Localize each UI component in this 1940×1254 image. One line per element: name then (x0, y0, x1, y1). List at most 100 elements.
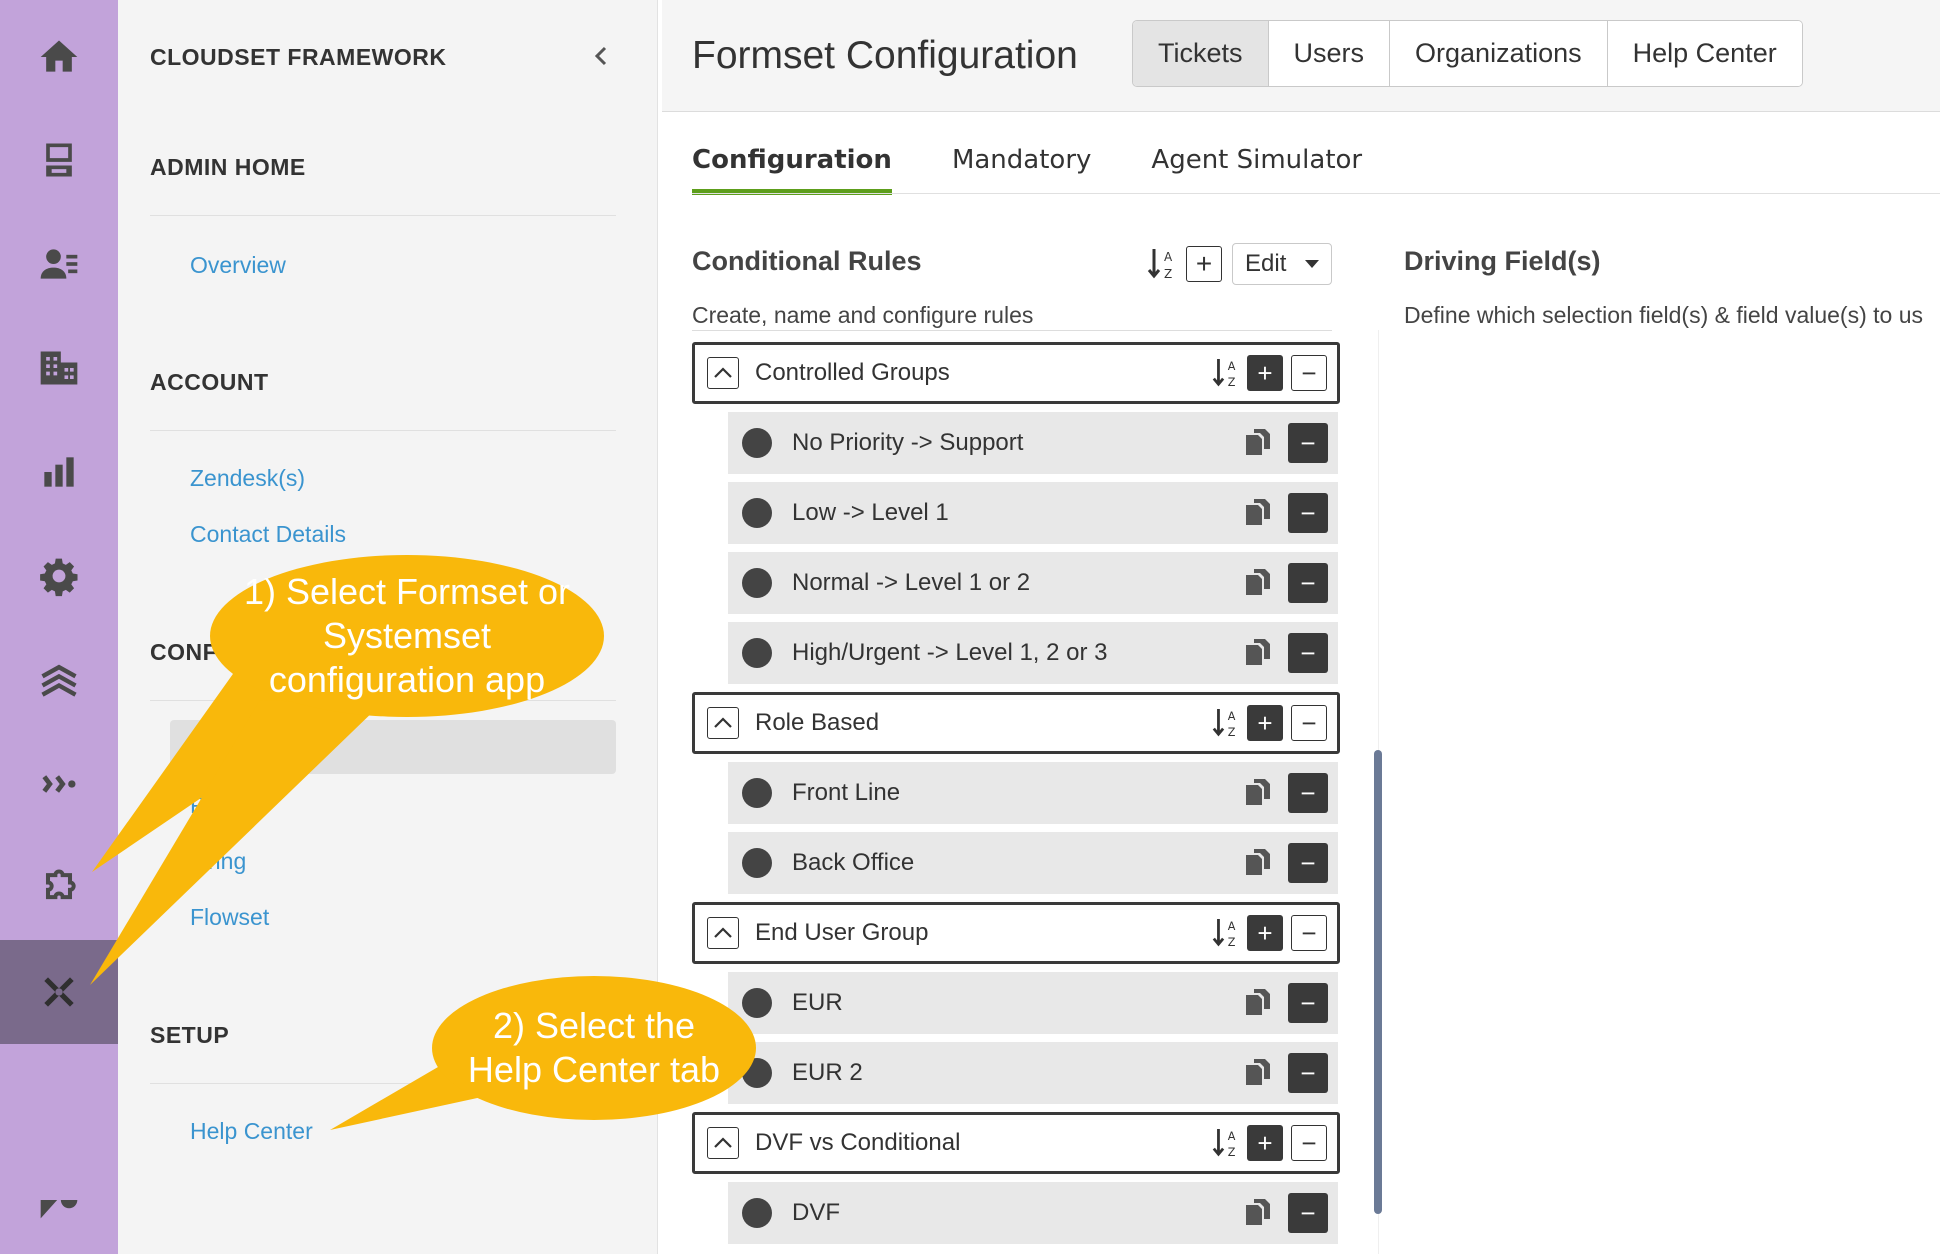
remove-rule-button[interactable]: − (1288, 423, 1328, 463)
sort-az-icon[interactable]: AZ (1211, 706, 1239, 740)
minus-icon: − (1300, 638, 1316, 668)
cloudset-app-icon[interactable] (0, 940, 118, 1044)
remove-rule-button[interactable]: − (1288, 773, 1328, 813)
rule-label: Normal -> Level 1 or 2 (792, 569, 1031, 596)
rule-label: DVF (792, 1199, 840, 1226)
segment-tickets[interactable]: Tickets (1133, 21, 1269, 86)
copy-icon[interactable] (1242, 1197, 1274, 1229)
svg-text:Z: Z (1228, 726, 1236, 739)
sidebar-link-flowset[interactable]: Flowset (190, 904, 269, 931)
remove-rule-button[interactable]: − (1288, 1193, 1328, 1233)
user-list-icon[interactable] (0, 212, 118, 316)
inbox-icon[interactable] (0, 108, 118, 212)
chevron-up-icon[interactable] (707, 357, 739, 389)
remove-rule-button[interactable]: − (1288, 1053, 1328, 1093)
home-icon[interactable] (0, 5, 118, 109)
copy-icon[interactable] (1242, 847, 1274, 879)
minus-icon: − (1300, 1058, 1316, 1088)
rules-scrollbar[interactable] (1374, 750, 1382, 1214)
segment-help-center[interactable]: Help Center (1607, 21, 1802, 86)
rule-row[interactable]: Low -> Level 1 − (728, 482, 1338, 544)
sidebar-link-help-center[interactable]: Help Center (190, 1118, 313, 1145)
section-setup: SETUP (150, 1022, 230, 1048)
collapse-chevron-icon[interactable] (590, 44, 612, 68)
rule-label: No Priority -> Support (792, 429, 1024, 456)
copy-icon[interactable] (1242, 497, 1274, 529)
sidebar-link-overview[interactable]: Overview (190, 252, 286, 279)
add-rule-button[interactable]: + (1247, 355, 1283, 391)
remove-group-button[interactable]: − (1291, 705, 1327, 741)
rule-row[interactable]: Back Office − (728, 832, 1338, 894)
segment-organizations[interactable]: Organizations (1390, 21, 1608, 86)
rule-group[interactable]: DVF vs Conditional A Z + − (692, 1112, 1340, 1174)
sort-az-icon[interactable]: AZ (1211, 1126, 1239, 1160)
rule-group-label: Controlled Groups (755, 359, 950, 386)
svg-text:A: A (1164, 250, 1173, 264)
icon-rail (0, 0, 118, 1254)
minus-icon: − (1301, 708, 1317, 738)
sidebar-link-processes[interactable]: Pro ses (190, 792, 268, 819)
puzzle-icon[interactable] (0, 836, 118, 940)
sidebar-link-zendesks[interactable]: Zendesk(s) (190, 465, 305, 492)
caret-down-icon (1305, 260, 1319, 268)
reports-icon[interactable] (0, 420, 118, 524)
sort-az-icon[interactable]: AZ (1146, 246, 1176, 282)
layers-icon[interactable] (0, 628, 118, 732)
sidebar-link-contact-details[interactable]: Contact Details (190, 521, 346, 548)
remove-rule-button[interactable]: − (1288, 563, 1328, 603)
sidebar-link-tailoring[interactable]: loring (190, 848, 246, 875)
chevron-up-icon[interactable] (707, 917, 739, 949)
copy-icon[interactable] (1242, 1057, 1274, 1089)
organization-icon[interactable] (0, 316, 118, 420)
remove-group-button[interactable]: − (1291, 1125, 1327, 1161)
sort-az-icon[interactable]: AZ (1211, 356, 1239, 390)
add-rule-button[interactable]: + (1247, 915, 1283, 951)
tab-agent-simulator[interactable]: Agent Simulator (1151, 145, 1362, 195)
rule-tools: − (1242, 1193, 1328, 1233)
add-rule-group-button[interactable]: + (1186, 246, 1222, 282)
tab-configuration[interactable]: Configuration (692, 145, 892, 195)
rule-row[interactable]: No Priority -> Support − (728, 412, 1338, 474)
svg-text:Z: Z (1228, 376, 1236, 389)
rule-row[interactable]: Normal -> Level 1 or 2 − (728, 552, 1338, 614)
rule-row[interactable]: EUR − (728, 972, 1338, 1034)
remove-group-button[interactable]: − (1291, 355, 1327, 391)
flow-icon[interactable] (0, 732, 118, 836)
minus-icon: − (1301, 358, 1317, 388)
edit-dropdown[interactable]: Edit (1232, 243, 1332, 285)
remove-rule-button[interactable]: − (1288, 633, 1328, 673)
copy-icon[interactable] (1242, 987, 1274, 1019)
rule-group[interactable]: Controlled Groups A Z + − (692, 342, 1340, 404)
copy-icon[interactable] (1242, 637, 1274, 669)
conditional-rules-title: Conditional Rules (692, 246, 922, 276)
segment-users[interactable]: Users (1268, 21, 1391, 86)
rule-group[interactable]: End User Group A Z + − (692, 902, 1340, 964)
rule-row[interactable]: Front Line − (728, 762, 1338, 824)
chevron-up-icon[interactable] (707, 1127, 739, 1159)
rule-tools: − (1242, 773, 1328, 813)
divider (150, 430, 616, 431)
rule-row[interactable]: DVF − (728, 1182, 1338, 1244)
rule-row[interactable]: EUR 2 − (728, 1042, 1338, 1104)
rule-row[interactable]: High/Urgent -> Level 1, 2 or 3 − (728, 622, 1338, 684)
add-rule-button[interactable]: + (1247, 1125, 1283, 1161)
copy-icon[interactable] (1242, 777, 1274, 809)
chevron-up-icon[interactable] (707, 707, 739, 739)
remove-group-button[interactable]: − (1291, 915, 1327, 951)
remove-rule-button[interactable]: − (1288, 493, 1328, 533)
sidebar-link-formset[interactable]: For (190, 736, 225, 763)
main-panel: Formset Configuration Tickets Users Orga… (662, 0, 1940, 1254)
tab-mandatory[interactable]: Mandatory (952, 145, 1091, 195)
sort-az-icon[interactable]: AZ (1211, 916, 1239, 950)
copy-icon[interactable] (1242, 427, 1274, 459)
svg-text:A: A (1228, 920, 1236, 933)
section-account: ACCOUNT (150, 369, 269, 395)
add-rule-button[interactable]: + (1247, 705, 1283, 741)
remove-rule-button[interactable]: − (1288, 983, 1328, 1023)
rule-group[interactable]: Role Based A Z + − (692, 692, 1340, 754)
remove-rule-button[interactable]: − (1288, 843, 1328, 883)
conditional-rules-toolbar: AZ + Edit (1146, 243, 1332, 285)
gear-icon[interactable] (0, 524, 118, 628)
driving-fields-subtitle: Define which selection field(s) & field … (1404, 302, 1924, 328)
copy-icon[interactable] (1242, 567, 1274, 599)
